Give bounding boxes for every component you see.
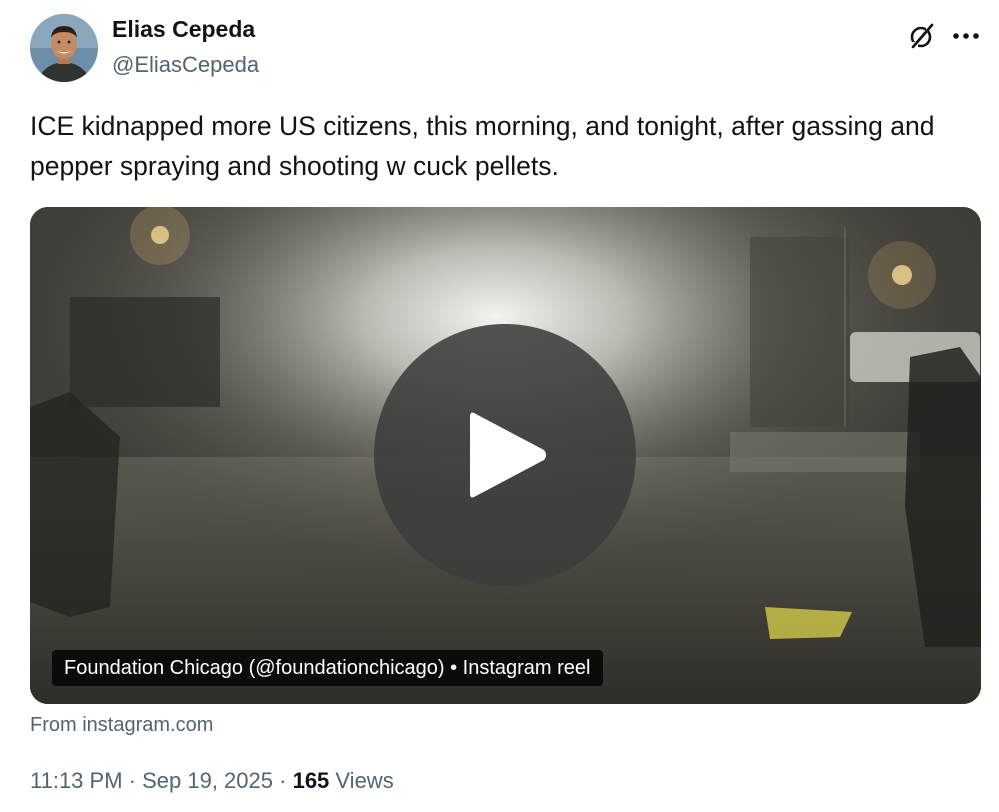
tweet-timestamp[interactable]: 11:13 PM · Sep 19, 2025 <box>30 768 273 793</box>
tweet-meta: 11:13 PM · Sep 19, 2025 · 165 Views <box>30 768 394 794</box>
author-handle[interactable]: @EliasCepeda <box>112 52 259 78</box>
profile-photo-icon <box>30 14 98 82</box>
tweet-time: 11:13 PM <box>30 768 123 793</box>
tweet-date: Sep 19, 2025 <box>142 768 274 793</box>
views-separator: · <box>273 768 293 793</box>
grok-icon <box>910 23 934 50</box>
tweet-text: ICE kidnapped more US citizens, this mor… <box>30 111 935 181</box>
author-display-name[interactable]: Elias Cepeda <box>112 16 255 43</box>
time-date-separator: · <box>122 768 143 793</box>
media-source-link[interactable]: From instagram.com <box>30 714 213 737</box>
play-button[interactable] <box>374 324 636 586</box>
more-options-button[interactable] <box>944 16 988 56</box>
video-caption: Foundation Chicago (@foundationchicago) … <box>52 650 603 686</box>
views-label: Views <box>329 768 394 793</box>
grok-button[interactable] <box>902 16 942 56</box>
tweet-card: Elias Cepeda @EliasCepeda ICE kidnapped … <box>0 0 999 812</box>
play-icon <box>470 412 546 498</box>
avatar[interactable] <box>30 14 98 82</box>
more-dots-icon <box>953 33 979 39</box>
video-player[interactable]: Foundation Chicago (@foundationchicago) … <box>30 207 981 704</box>
views-count[interactable]: 165 <box>293 768 330 793</box>
